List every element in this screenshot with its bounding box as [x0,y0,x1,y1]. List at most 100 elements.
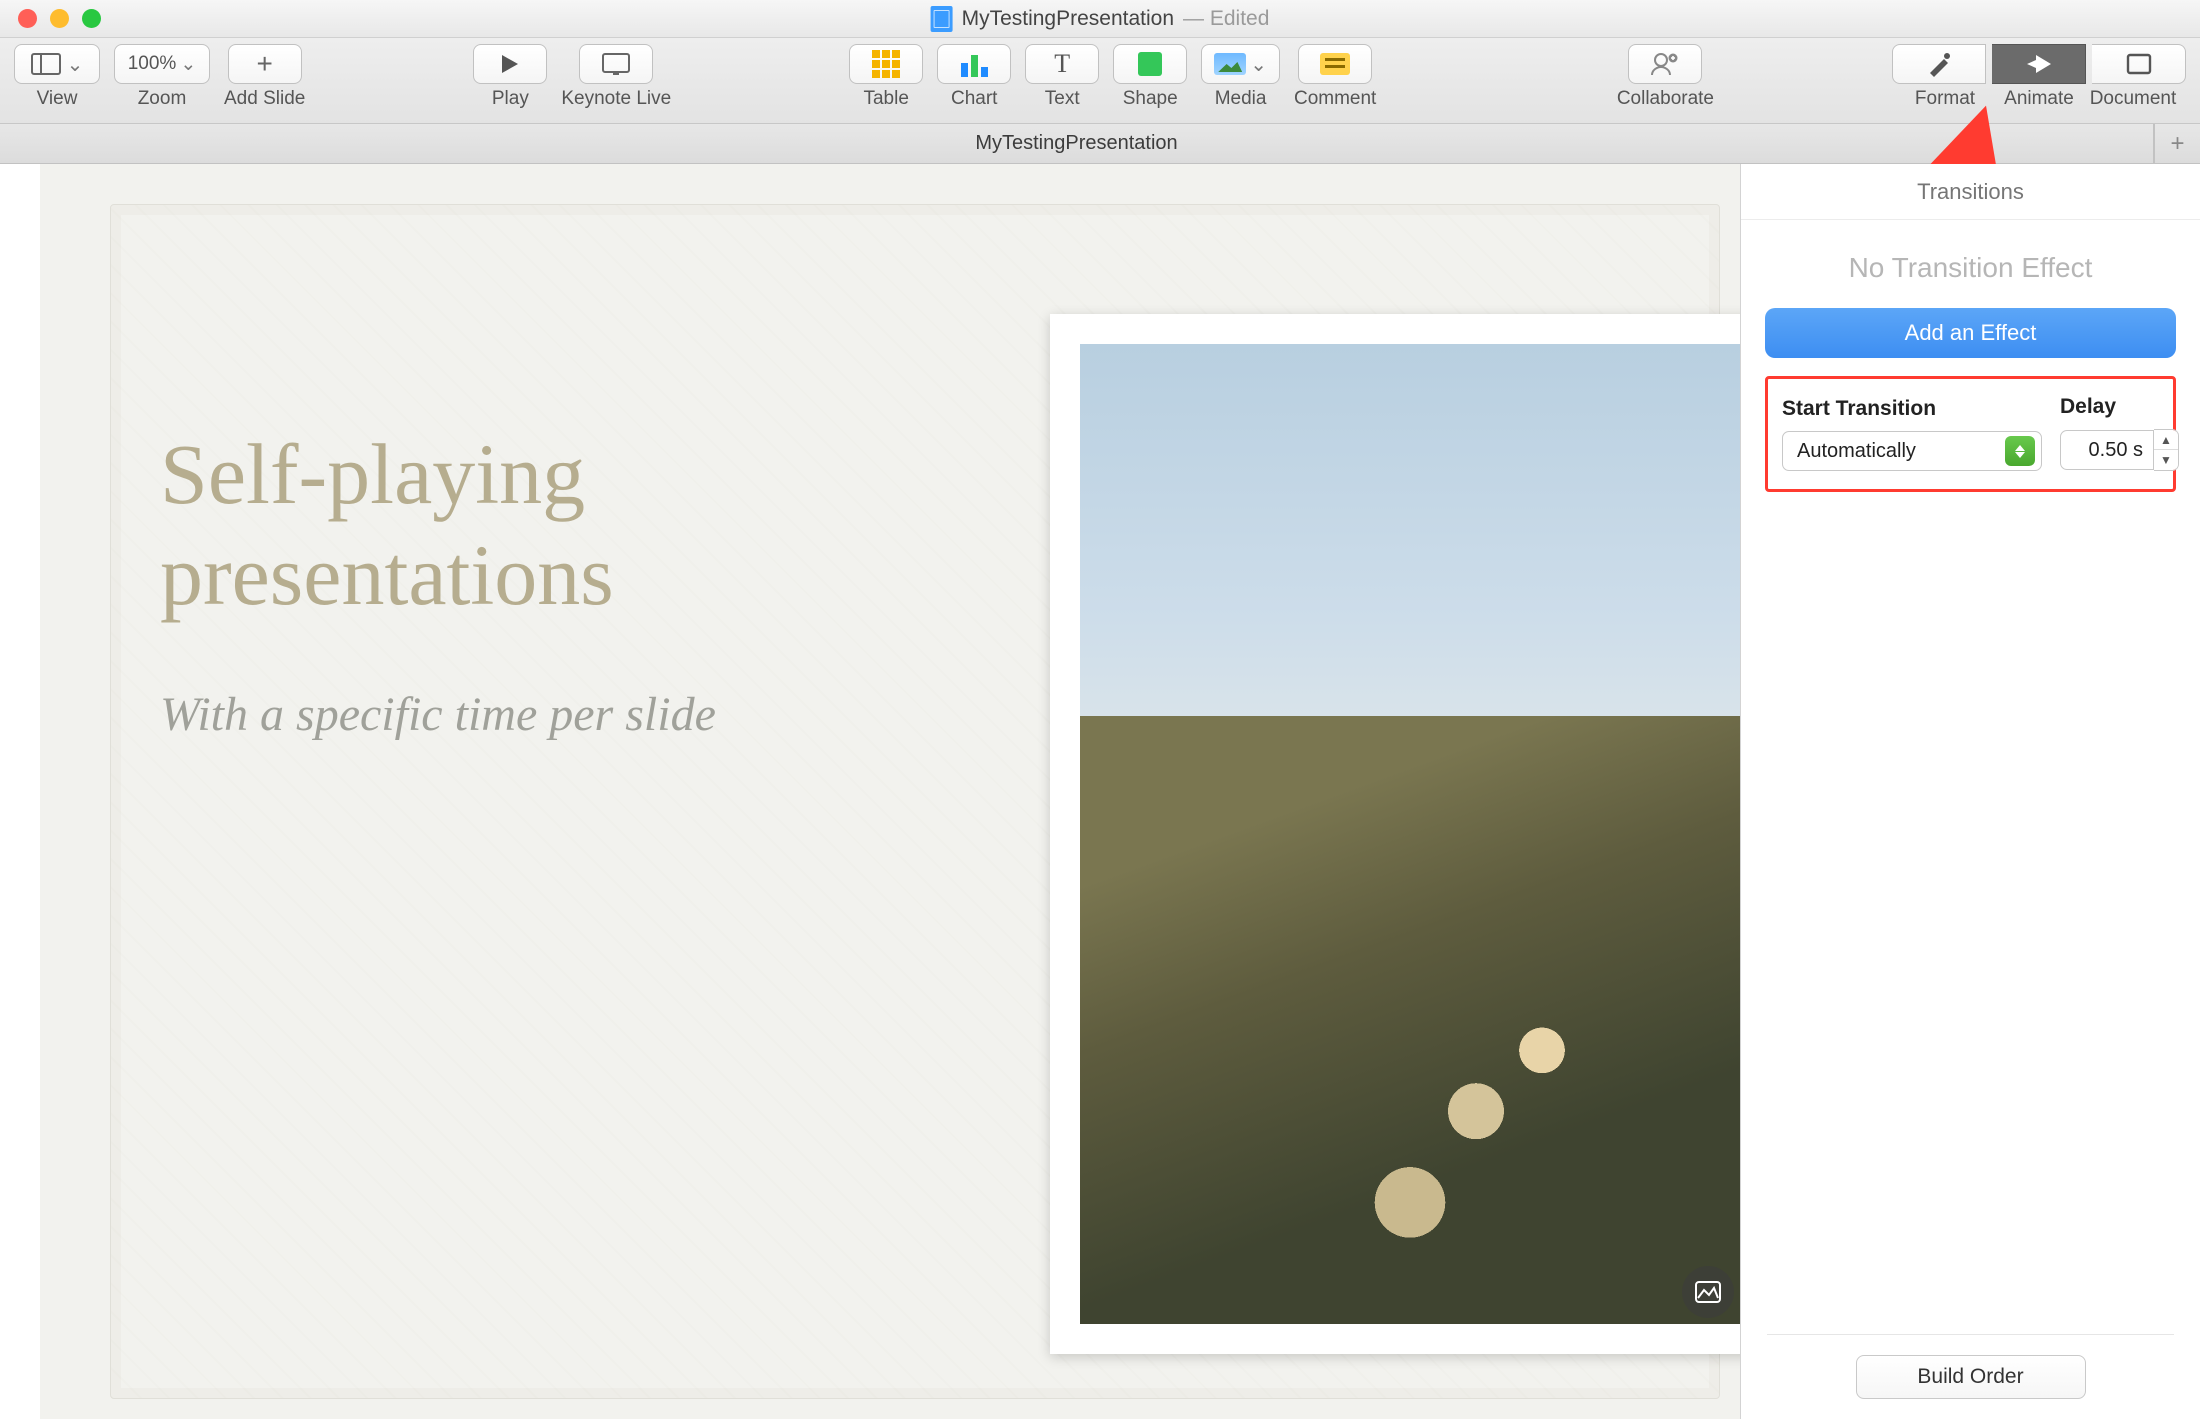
keynote-live-group: Keynote Live [561,44,671,110]
image-mask-icon[interactable] [1682,1266,1734,1318]
view-label: View [37,88,78,110]
slide-text-block[interactable]: Self-playing presentations With a specif… [160,424,940,742]
delay-increment-button[interactable]: ▲ [2154,430,2178,450]
edited-indicator: — Edited [1183,7,1269,31]
view-button[interactable]: ⌄ [14,44,100,84]
transition-settings-highlight: Start Transition Automatically Delay ▲ [1765,376,2176,492]
inspector-divider [1767,1334,2174,1335]
no-transition-label: No Transition Effect [1765,238,2176,290]
play-button[interactable] [473,44,547,84]
slide-image [1080,344,1740,1324]
chart-label: Chart [951,88,997,110]
traffic-lights [18,9,101,28]
main-area: Self-playing presentations With a specif… [0,164,2200,1419]
text-icon: T [1054,49,1070,79]
zoom-button[interactable]: 100% ⌄ [114,44,210,84]
inspector-tabs-group: Format Animate Document [1892,44,2186,110]
animate-label: Animate [1992,88,2086,110]
build-order-label: Build Order [1917,1365,2023,1388]
shape-button[interactable] [1113,44,1187,84]
document-icon [2126,53,2152,75]
zoom-group: 100% ⌄ Zoom [114,44,210,110]
add-slide-button[interactable]: + [228,44,302,84]
close-window-button[interactable] [18,9,37,28]
zoom-label: Zoom [138,88,187,110]
table-group: Table [849,44,923,110]
media-icon [1214,53,1246,75]
slide-subtitle: With a specific time per slide [160,687,940,742]
toolbar: ⌄ View 100% ⌄ Zoom + Add Slide Play Keyn… [0,38,2200,124]
add-slide-group: + Add Slide [224,44,305,110]
delay-label: Delay [2060,395,2116,419]
add-effect-label: Add an Effect [1905,320,2037,345]
start-transition-select[interactable]: Automatically [1782,431,2042,471]
new-tab-button[interactable]: + [2154,124,2200,163]
shape-group: Shape [1113,44,1187,110]
inspector-panel: Transitions No Transition Effect Add an … [1740,164,2200,1419]
document-tab[interactable]: MyTestingPresentation [0,124,2154,163]
add-effect-button[interactable]: Add an Effect [1765,308,2176,358]
window-titlebar: MyTestingPresentation — Edited [0,0,2200,38]
chart-icon [961,51,988,77]
plus-icon: + [256,48,272,80]
media-label: Media [1215,88,1267,110]
slide: Self-playing presentations With a specif… [40,164,1740,1419]
comment-label: Comment [1294,88,1376,110]
comment-icon [1320,53,1350,75]
slide-image-frame[interactable] [1050,314,1740,1354]
delay-decrement-button[interactable]: ▼ [2154,450,2178,470]
keynote-live-button[interactable] [579,44,653,84]
minimize-window-button[interactable] [50,9,69,28]
collaborate-button[interactable] [1628,44,1702,84]
collaborate-icon [1650,51,1680,77]
media-group: ⌄ Media [1201,44,1280,110]
select-stepper-icon [2005,436,2035,466]
animate-icon [2025,51,2053,77]
format-tab-button[interactable] [1892,44,1986,84]
text-button[interactable]: T [1025,44,1099,84]
comment-button[interactable] [1298,44,1372,84]
slide-canvas[interactable]: Self-playing presentations With a specif… [0,164,1740,1419]
keynote-doc-icon [931,6,953,32]
fullscreen-window-button[interactable] [82,9,101,28]
document-tab-button[interactable] [2092,44,2186,84]
document-label: Document [2086,88,2180,110]
shape-label: Shape [1123,88,1178,110]
document-name: MyTestingPresentation [962,7,1174,31]
chart-button[interactable] [937,44,1011,84]
format-label: Format [1898,88,1992,110]
text-group: T Text [1025,44,1099,110]
view-icon [31,53,61,75]
tab-bar: MyTestingPresentation + [0,124,2200,164]
tab-label: MyTestingPresentation [975,132,1177,155]
delay-stepper[interactable]: ▲ ▼ [2060,429,2179,471]
inspector-title: Transitions [1917,179,2024,205]
chart-group: Chart [937,44,1011,110]
comment-group: Comment [1294,44,1376,110]
table-label: Table [863,88,908,110]
zoom-value: 100% [128,53,177,75]
shape-icon [1138,52,1162,76]
media-button[interactable]: ⌄ [1201,44,1280,84]
delay-input[interactable] [2060,430,2154,470]
slide-title: Self-playing presentations [160,424,940,627]
play-group: Play [473,44,547,110]
collaborate-group: Collaborate [1617,44,1714,110]
text-label: Text [1045,88,1080,110]
broadcast-icon [599,52,633,76]
table-icon [872,50,900,78]
animate-tab-button[interactable] [1992,44,2086,84]
play-label: Play [492,88,529,110]
play-icon [500,53,520,75]
format-icon [1926,51,1952,77]
collaborate-label: Collaborate [1617,88,1714,110]
view-group: ⌄ View [14,44,100,110]
keynote-live-label: Keynote Live [561,88,671,110]
add-slide-label: Add Slide [224,88,305,110]
build-order-button[interactable]: Build Order [1856,1355,2086,1399]
start-transition-value: Automatically [1797,440,1916,463]
document-title: MyTestingPresentation — Edited [931,6,1270,32]
table-button[interactable] [849,44,923,84]
start-transition-label: Start Transition [1782,397,2042,421]
inspector-header: Transitions [1741,164,2200,220]
